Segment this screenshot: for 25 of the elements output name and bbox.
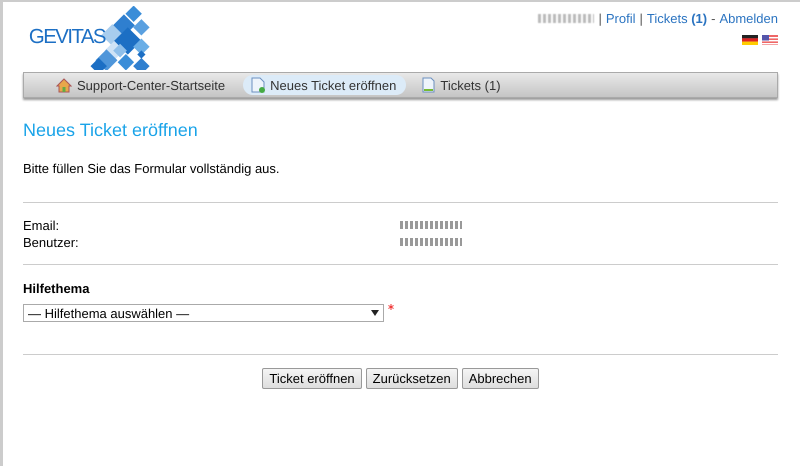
- intro-text: Bitte füllen Sie das Formular vollständig aus.: [23, 161, 281, 176]
- house-icon: [56, 78, 72, 92]
- separator: -: [711, 11, 716, 26]
- separator: |: [640, 11, 643, 26]
- form-button[interactable]: Zurücksetzen: [366, 368, 458, 389]
- german-flag-icon[interactable]: [742, 35, 758, 45]
- info-label: Email:: [23, 218, 60, 233]
- us-flag-icon[interactable]: [762, 35, 778, 45]
- document-add-icon: [251, 77, 266, 93]
- header-link[interactable]: Tickets (1): [646, 11, 708, 26]
- topic-dropdown[interactable]: — Hilfethema auswählen —: [23, 304, 384, 322]
- nav-tab[interactable]: Support-Center-Startseite: [48, 76, 236, 94]
- page-title: Neues Ticket eröffnen: [23, 120, 199, 141]
- header-link[interactable]: Profil: [606, 11, 636, 26]
- gevitas-logo: GEVITAS: [25, 6, 155, 70]
- separator: |: [598, 11, 602, 26]
- form-button[interactable]: Ticket eröffnen: [262, 368, 362, 389]
- form-button[interactable]: Abbrechen: [462, 368, 539, 389]
- header-link[interactable]: Abmelden: [719, 11, 778, 26]
- document-icon: [422, 77, 436, 93]
- nav-tab[interactable]: Tickets (1): [414, 75, 511, 95]
- nav-tab[interactable]: Neues Ticket eröffnen: [243, 75, 406, 95]
- field-label: Hilfethema: [23, 281, 90, 296]
- caret-icon: [371, 310, 379, 316]
- info-label: Benutzer:: [23, 235, 80, 250]
